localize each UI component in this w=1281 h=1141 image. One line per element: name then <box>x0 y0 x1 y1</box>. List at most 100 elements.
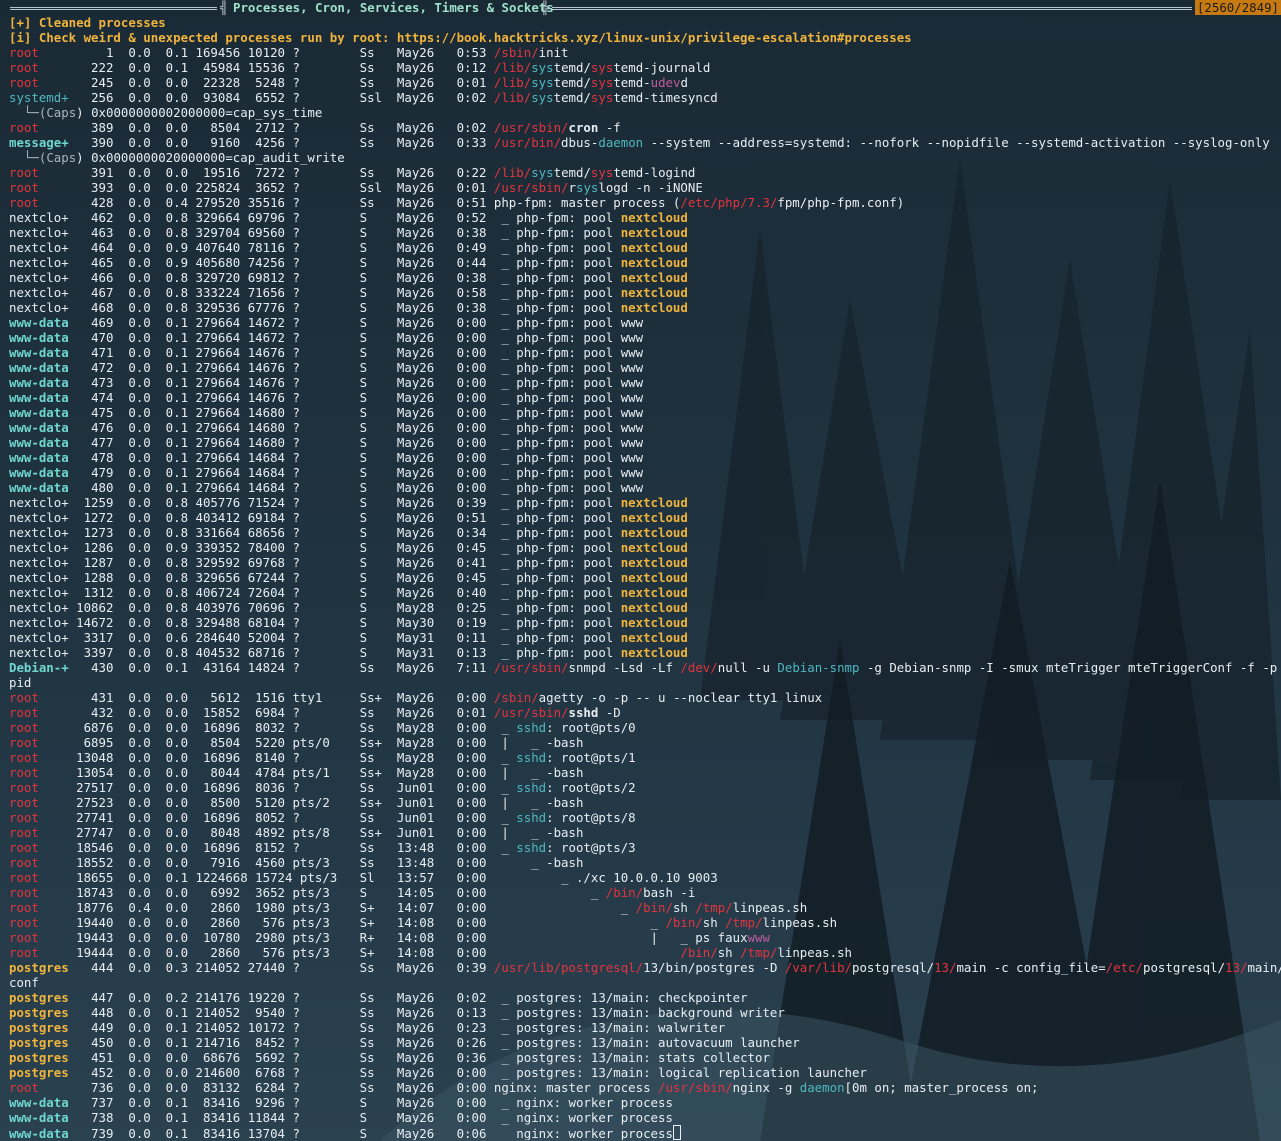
terminal-text: nextclo+ 466 0.0 0.8 329720 69812 ? S Ma… <box>9 270 621 285</box>
terminal-text: /bin/ <box>635 900 673 915</box>
terminal-line: root 428 0.0 0.4 279520 35516 ? Ss May26… <box>9 195 1281 210</box>
terminal-line: www-data 475 0.0 0.1 279664 14680 ? S Ma… <box>9 405 1281 420</box>
terminal-text: postgres <box>9 1020 69 1035</box>
terminal-output[interactable]: [+] Cleaned processes [i] Check weird & u… <box>9 15 1281 1140</box>
terminal-line: nextclo+ 466 0.0 0.8 329720 69812 ? S Ma… <box>9 270 1281 285</box>
terminal-text: 475 0.0 0.1 279664 14680 ? S May26 0:00 … <box>68 405 644 420</box>
terminal-cursor <box>672 1125 681 1140</box>
terminal-text: nextclo+ 1288 0.0 0.8 329656 67244 ? S M… <box>9 570 621 585</box>
terminal-text: /lib/ <box>493 90 532 105</box>
terminal-line: postgres 449 0.0 0.1 214052 10172 ? Ss M… <box>9 1020 1281 1035</box>
terminal-text: daemon <box>799 1080 845 1095</box>
header-rule-right <box>552 7 1192 10</box>
terminal-text: root <box>9 825 39 840</box>
terminal-text: temd-journald <box>613 60 711 75</box>
terminal-text: nextcloud <box>620 555 688 570</box>
terminal-text: 19443 0.0 0.0 10780 2980 pts/3 R+ 14:08 … <box>38 930 748 945</box>
terminal-text: 27741 0.0 0.0 16896 8052 ? Ss Jun01 0:00… <box>38 810 517 825</box>
terminal-text: 391 0.0 0.0 19516 7272 ? Ss May26 0:22 <box>38 165 494 180</box>
terminal-text: root <box>9 720 39 735</box>
terminal-text: message+ <box>9 135 69 150</box>
terminal-line: pid <box>9 675 1281 690</box>
terminal-text: /etc/php/7.3/ <box>680 195 778 210</box>
terminal-text: 471 0.0 0.1 279664 14676 ? S May26 0:00 … <box>68 345 644 360</box>
terminal-text: logd -n -iNONE <box>598 180 703 195</box>
terminal-line: └─(Caps) 0x0000000020000000=cap_audit_wr… <box>9 150 1281 165</box>
terminal-line: root 27523 0.0 0.0 8500 5120 pts/2 Ss+ J… <box>9 795 1281 810</box>
terminal-line: nextclo+ 14672 0.0 0.8 329488 68104 ? S … <box>9 615 1281 630</box>
terminal-text: postgresql/ <box>852 960 935 975</box>
header-bar-right: ╠ <box>541 0 549 15</box>
terminal-line: nextclo+ 1259 0.0 0.8 405776 71524 ? S M… <box>9 495 1281 510</box>
terminal-text: 738 0.0 0.1 83416 11844 ? S May26 0:00 _… <box>68 1110 673 1125</box>
terminal-text: : root@pts/2 <box>546 780 636 795</box>
terminal-text: root <box>9 195 39 210</box>
terminal-line: nextclo+ 462 0.0 0.8 329664 69796 ? S Ma… <box>9 210 1281 225</box>
terminal-text: udev <box>650 75 681 90</box>
terminal-text: nextcloud <box>620 510 688 525</box>
terminal-text: postgres -D <box>695 960 785 975</box>
terminal-text: 390 0.0 0.0 9160 4256 ? Ss May26 0:33 <box>68 135 494 150</box>
terminal-text: /bin/ <box>605 885 644 900</box>
terminal-text: 473 0.0 0.1 279664 14676 ? S May26 0:00 … <box>68 375 644 390</box>
terminal-text: linpeas.sh <box>762 915 838 930</box>
terminal-line: postgres 450 0.0 0.1 214716 8452 ? Ss Ma… <box>9 1035 1281 1050</box>
terminal-text: root <box>9 60 39 75</box>
terminal-text: /sbin/ <box>493 45 539 60</box>
terminal-text: 13/ <box>643 960 666 975</box>
terminal-line: root 222 0.0 0.1 45984 15536 ? Ss May26 … <box>9 60 1281 75</box>
progress-counter: [2560/2849] <box>1194 0 1281 15</box>
terminal-text: 18655 0.0 0.1 1224668 15724 pts/3 Sl 13:… <box>38 870 718 885</box>
terminal-text: postgres <box>9 1035 69 1050</box>
terminal-text: -f <box>598 120 621 135</box>
terminal-text: [i] Check weird & unexpected processes r… <box>9 30 912 45</box>
terminal-line: nextclo+ 1272 0.0 0.8 403412 69184 ? S M… <box>9 510 1281 525</box>
terminal-text: sys <box>531 60 554 75</box>
terminal-text: 18776 0.4 0.0 2860 1980 pts/3 S+ 14:07 0… <box>38 900 636 915</box>
terminal-text: Caps <box>46 105 77 120</box>
terminal-text: /lib/ <box>493 165 532 180</box>
terminal-line: www-data 470 0.0 0.1 279664 14672 ? S Ma… <box>9 330 1281 345</box>
terminal-text: 18546 0.0 0.0 16896 8152 ? Ss 13:48 0:00… <box>38 840 517 855</box>
terminal-text: sys <box>590 165 614 180</box>
terminal-text: root <box>9 840 39 855</box>
terminal-line: www-data 472 0.0 0.1 279664 14676 ? S Ma… <box>9 360 1281 375</box>
terminal-text: Debian-+ <box>9 660 69 675</box>
terminal-text: nextcloud <box>620 495 688 510</box>
terminal-text: sys <box>590 75 614 90</box>
terminal-text: pid <box>9 675 32 690</box>
terminal-text: 451 0.0 0.0 68676 5692 ? Ss May26 0:36 _… <box>68 1050 770 1065</box>
terminal-line: nextclo+ 1287 0.0 0.8 329592 69768 ? S M… <box>9 555 1281 570</box>
terminal-line: Debian-+ 430 0.0 0.1 43164 14824 ? Ss Ma… <box>9 660 1281 675</box>
terminal-text: 478 0.0 0.1 279664 14684 ? S May26 0:00 … <box>68 450 644 465</box>
terminal-text: nextcloud <box>620 525 688 540</box>
terminal-line: root 389 0.0 0.0 8504 2712 ? Ss May26 0:… <box>9 120 1281 135</box>
terminal-text: nextcloud <box>620 210 688 225</box>
terminal-text: sys <box>590 60 614 75</box>
terminal-text: sshd <box>516 750 547 765</box>
terminal-line: root 1 0.0 0.1 169456 10120 ? Ss May26 0… <box>9 45 1281 60</box>
terminal-text: root <box>9 930 39 945</box>
terminal-text: /usr/sbin/ <box>493 120 569 135</box>
terminal-text: www-data <box>9 435 69 450</box>
terminal-line: [+] Cleaned processes <box>9 15 1281 30</box>
terminal-text: 431 0.0 0.0 5612 1516 tty1 Ss+ May26 0:0… <box>38 690 494 705</box>
terminal-text: linpeas.sh <box>777 945 853 960</box>
terminal-text: 432 0.0 0.0 15852 6984 ? Ss May26 0:01 <box>38 705 494 720</box>
terminal-text: temd- <box>613 75 651 90</box>
terminal-text: d <box>680 75 688 90</box>
terminal-line: postgres 447 0.0 0.2 214176 19220 ? Ss M… <box>9 990 1281 1005</box>
terminal-text: sh <box>717 945 741 960</box>
terminal-text: 19444 0.0 0.0 2860 576 pts/3 S+ 14:08 0:… <box>38 945 681 960</box>
terminal-text: 13048 0.0 0.0 16896 8140 ? Ss May28 0:00… <box>38 750 517 765</box>
terminal-text: nextclo+ 462 0.0 0.8 329664 69796 ? S Ma… <box>9 210 621 225</box>
terminal-text: nextcloud <box>620 225 688 240</box>
terminal-text: sshd <box>516 780 547 795</box>
terminal-line: message+ 390 0.0 0.0 9160 4256 ? Ss May2… <box>9 135 1281 150</box>
terminal-text: nextcloud <box>620 285 688 300</box>
terminal-text: nextclo+ 464 0.0 0.9 407640 78116 ? S Ma… <box>9 240 621 255</box>
terminal-text: nextclo+ 468 0.0 0.8 329536 67776 ? S Ma… <box>9 300 621 315</box>
terminal-text: root <box>9 810 39 825</box>
terminal-text: temd/ <box>553 75 591 90</box>
terminal-text: 474 0.0 0.1 279664 14676 ? S May26 0:00 … <box>68 390 644 405</box>
